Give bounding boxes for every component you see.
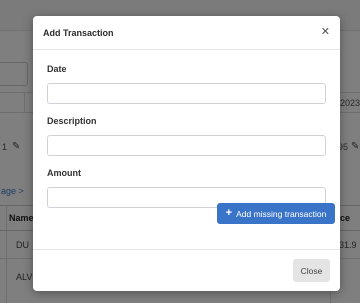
plus-icon: + bbox=[225, 207, 233, 219]
close-button[interactable]: Close bbox=[293, 259, 330, 282]
date-field-group: Date bbox=[47, 64, 326, 104]
close-icon[interactable]: ✕ bbox=[321, 27, 330, 38]
date-label: Date bbox=[47, 64, 67, 74]
add-missing-transaction-button[interactable]: + Add missing transaction bbox=[217, 203, 335, 224]
modal-title: Add Transaction bbox=[43, 27, 114, 38]
modal-footer bbox=[33, 249, 340, 250]
add-button-label: Add missing transaction bbox=[236, 208, 327, 219]
description-input[interactable] bbox=[47, 135, 326, 156]
description-label: Description bbox=[47, 116, 97, 126]
amount-field-group: Amount bbox=[47, 168, 326, 208]
description-field-group: Description bbox=[47, 116, 326, 156]
date-input[interactable] bbox=[47, 83, 326, 104]
modal-header: Add Transaction ✕ bbox=[33, 16, 340, 50]
modal-body: Date Description Amount bbox=[33, 50, 340, 208]
add-transaction-modal: Add Transaction ✕ Date Description Amoun… bbox=[33, 16, 340, 291]
amount-label: Amount bbox=[47, 168, 81, 178]
